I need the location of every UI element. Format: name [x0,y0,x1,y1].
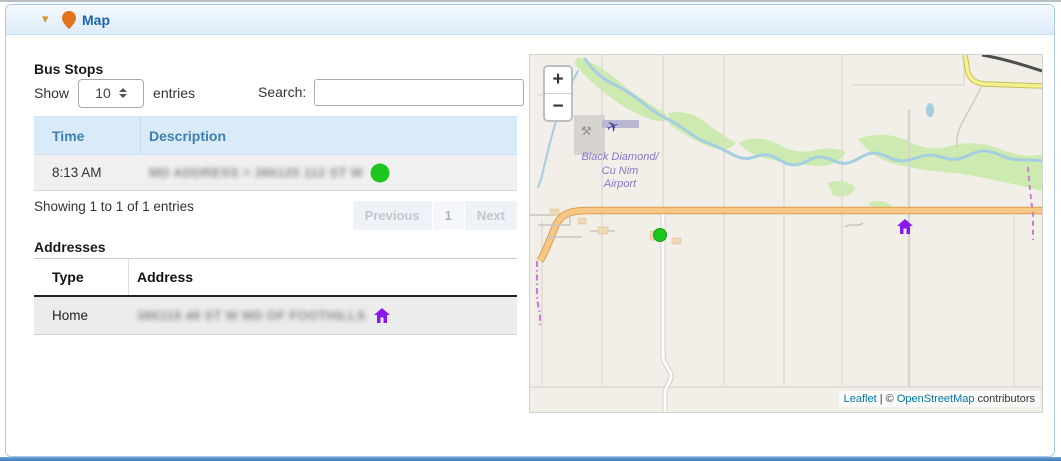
addresses-table: Type Address Home 386119 48 ST W MD OF F… [34,258,517,335]
previous-page-button[interactable]: Previous [353,201,433,230]
bus-stop-map-marker[interactable] [654,229,667,242]
zoom-out-button[interactable]: − [545,94,571,120]
search-label: Search: [258,84,306,100]
page-length-controls: Show 10 entries [34,79,195,107]
collapse-caret-icon[interactable]: ▾ [42,12,49,25]
leaflet-map[interactable]: ⚒ ✈ [529,54,1043,413]
search-group: Search: [258,77,524,107]
top-divider [0,0,1061,2]
airport-label: Black Diamond/ Cu Nim Airport [574,151,666,192]
map-attribution: Leaflet | © OpenStreetMap contributors [839,391,1040,407]
addresses-heading: Addresses [34,239,106,255]
zoom-control: + − [543,65,573,122]
map-tiles: ⚒ ✈ [530,55,1042,412]
search-input[interactable] [314,79,524,106]
column-header-time[interactable]: Time [34,117,141,154]
bus-stop-row: 8:13 AM MD ADDRESS = 386125 112 ST W [34,155,517,191]
bus-stop-marker-icon [370,163,390,183]
bus-stop-description: MD ADDRESS = 386125 112 ST W [149,165,363,180]
page-length-select[interactable]: 10 [78,79,144,108]
column-header-address: Address [129,269,517,285]
entries-label: entries [153,85,195,101]
select-arrows-icon [119,88,127,98]
bus-stops-table: Time Description 8:13 AM MD ADDRESS = 38… [34,116,517,191]
bottom-accent-bar [0,457,1061,461]
panel-title: Map [82,12,110,28]
bus-stop-time: 8:13 AM [34,155,141,190]
address-row: Home 386119 48 ST W MD OF FOOTHILLS [34,297,517,335]
osm-link[interactable]: OpenStreetMap [897,393,975,405]
mine-pick-icon: ⚒ [581,124,592,138]
next-page-button[interactable]: Next [465,201,517,230]
addresses-table-header: Type Address [34,258,517,297]
home-marker-icon [373,308,391,324]
map-marker-icon [62,11,76,29]
map-panel: ▾ Map Bus Stops Show 10 entries Search: … [5,4,1055,457]
address-value: 386119 48 ST W MD OF FOOTHILLS [137,308,366,323]
pagination: Previous 1 Next [34,201,517,230]
column-header-type: Type [34,259,129,295]
address-type: Home [34,297,129,334]
zoom-in-button[interactable]: + [545,67,571,94]
screen: ▾ Map Bus Stops Show 10 entries Search: … [0,0,1061,461]
column-header-description[interactable]: Description [141,128,517,144]
show-label: Show [34,85,69,101]
map-pond [926,103,934,117]
page-1-button[interactable]: 1 [433,201,465,230]
page-length-value: 10 [95,85,111,101]
bus-stops-table-header: Time Description [34,116,517,155]
leaflet-link[interactable]: Leaflet [844,393,877,405]
bus-stops-heading: Bus Stops [34,61,103,77]
panel-header[interactable]: ▾ Map [6,5,1054,35]
